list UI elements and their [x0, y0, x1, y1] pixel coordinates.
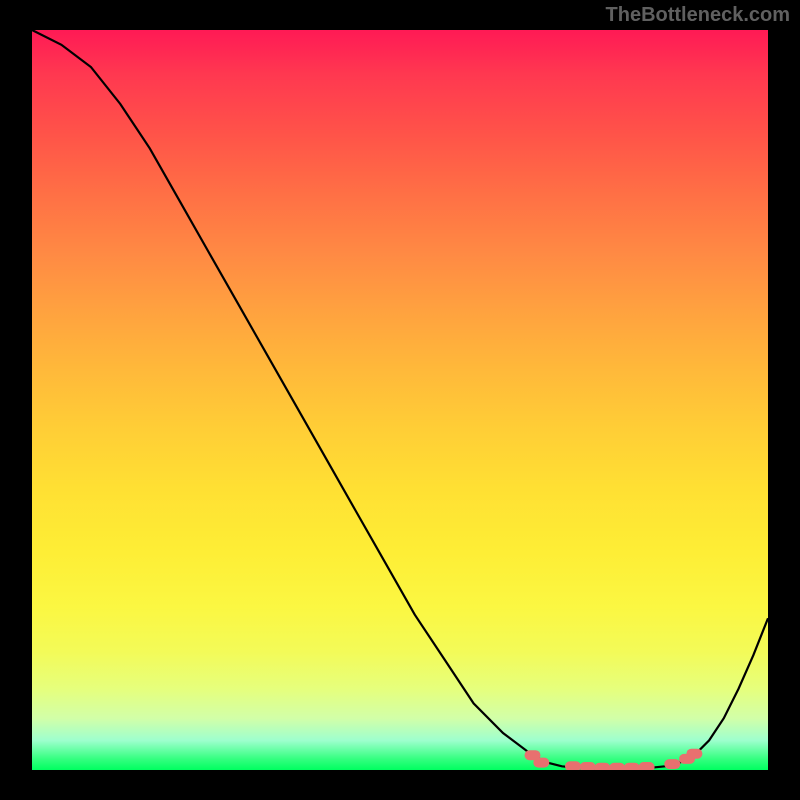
marker-point	[594, 763, 610, 770]
marker-point	[565, 761, 581, 770]
marker-point	[639, 762, 655, 770]
chart-plot-area	[32, 30, 768, 770]
marker-point	[686, 749, 702, 759]
chart-svg	[32, 30, 768, 770]
curve-line	[32, 30, 768, 769]
marker-point	[580, 762, 596, 770]
marker-point	[609, 763, 625, 770]
marker-points	[525, 749, 703, 770]
marker-point	[664, 759, 680, 769]
marker-point	[624, 763, 640, 770]
marker-point	[533, 758, 549, 768]
watermark-text: TheBottleneck.com	[606, 4, 790, 27]
